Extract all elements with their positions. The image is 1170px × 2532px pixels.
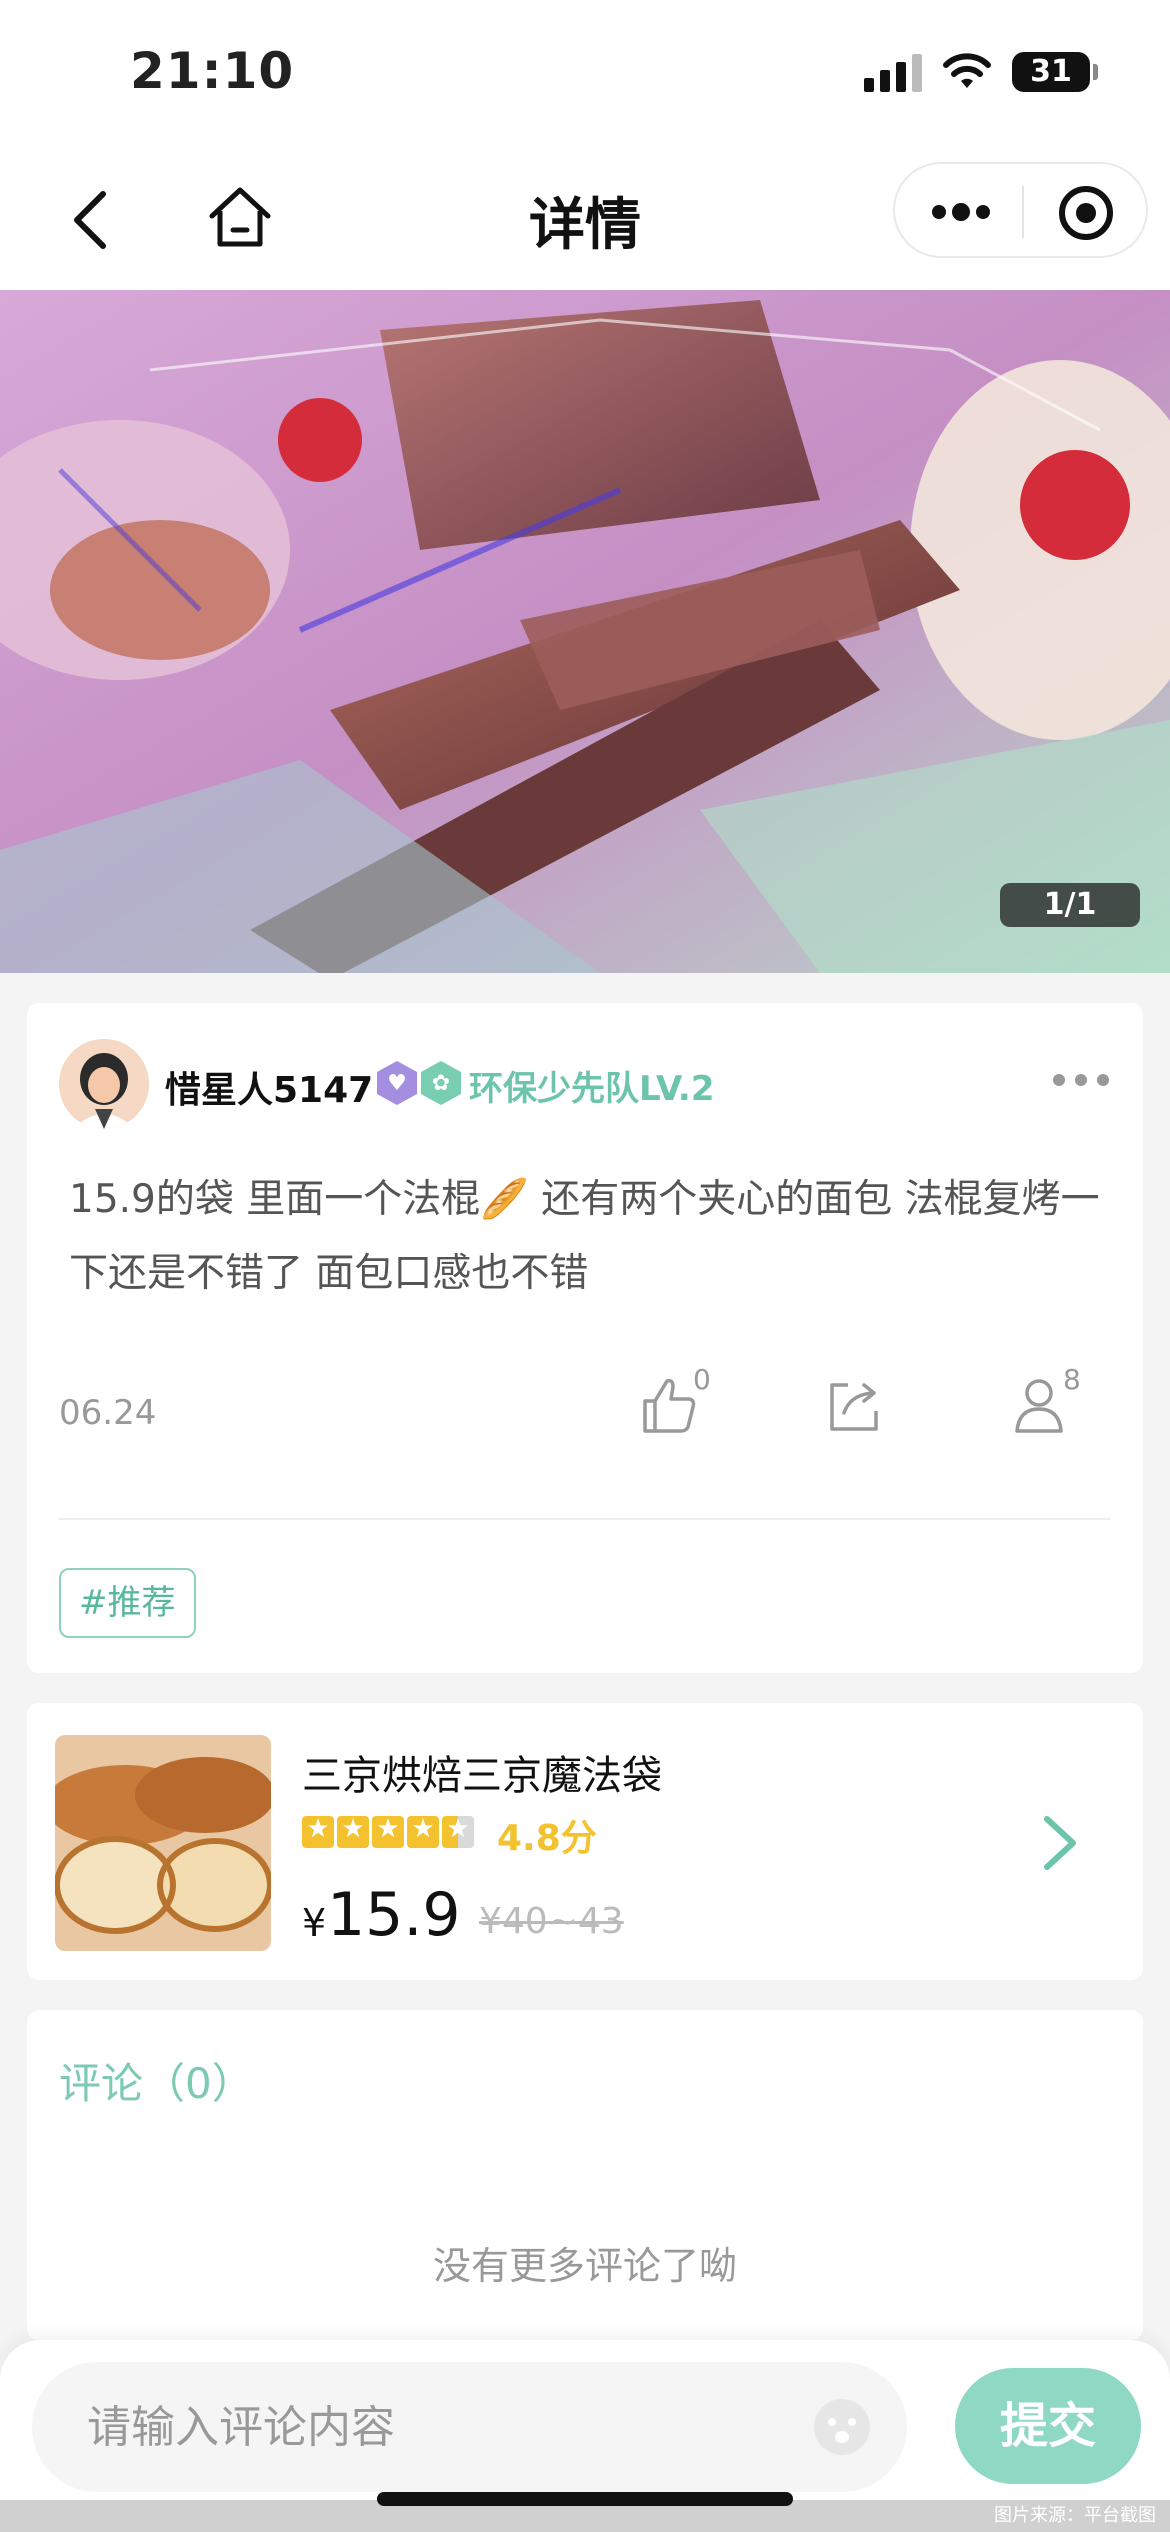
like-button[interactable]: 0: [637, 1363, 717, 1453]
half-star-icon: [442, 1814, 474, 1848]
bread-photo: [0, 290, 1170, 973]
post-card: 惜星人5147 ♥ ✿ 环保少先队LV.2 15.9的袋 里面一个法棍🥖 还有两…: [27, 1003, 1143, 1673]
star-rating: [302, 1814, 474, 1848]
price: 15.9: [327, 1880, 461, 1950]
post-content: 15.9的袋 里面一个法棍🥖 还有两个夹心的面包 法棍复烤一下还是不错了 面包口…: [69, 1177, 1100, 1296]
star-icon: [372, 1814, 404, 1848]
avatar[interactable]: [59, 1039, 149, 1129]
leaf-badge-icon: ✿: [421, 1061, 461, 1105]
battery-icon: 31: [1012, 52, 1098, 92]
original-price: ¥40~43: [479, 1901, 624, 1942]
product-card[interactable]: 三京烘焙三京魔法袋 4.8分 ¥ 15.9 ¥40~43: [27, 1703, 1143, 1980]
more-options-icon[interactable]: [1051, 1065, 1111, 1095]
chevron-right-icon[interactable]: [1037, 1813, 1083, 1873]
thumbs-up-icon: [643, 1378, 696, 1433]
wifi-icon: [943, 53, 991, 88]
product-name: 三京烘焙三京魔法袋: [302, 1753, 662, 1799]
image-counter: 1/1: [1000, 883, 1140, 927]
viewer-count: 8: [1063, 1363, 1081, 1396]
close-mini-program-icon[interactable]: [1057, 184, 1115, 242]
post-date: 06.24: [59, 1393, 157, 1433]
viewers-button[interactable]: 8: [1007, 1363, 1087, 1453]
product-thumbnail: [55, 1735, 271, 1951]
star-icon: [302, 1814, 334, 1848]
comments-section: 评论（0） 没有更多评论了呦: [27, 2010, 1143, 2340]
star-icon: [337, 1814, 369, 1848]
home-indicator[interactable]: [377, 2492, 793, 2506]
share-icon: [830, 1383, 878, 1431]
status-bar: 21:10 31: [0, 0, 1170, 150]
capsule-divider: [1022, 186, 1024, 238]
emoji-icon[interactable]: [810, 2395, 874, 2459]
user-icon: [1015, 1379, 1063, 1433]
rating-score: 4.8分: [497, 1818, 597, 1859]
status-time: 21:10: [130, 42, 295, 100]
signal-icon: [864, 52, 922, 92]
nav-bar: 详情: [0, 150, 1170, 290]
comments-title: 评论（0）: [59, 2059, 254, 2108]
status-icons: 31: [864, 52, 1098, 92]
more-icon[interactable]: [931, 194, 991, 230]
battery-level: 31: [1030, 54, 1072, 89]
star-icon: [407, 1814, 439, 1848]
like-count: 0: [693, 1363, 711, 1396]
comment-input[interactable]: [32, 2362, 907, 2492]
badge-icons: ♥ ✿: [377, 1061, 461, 1105]
no-more-comments: 没有更多评论了呦: [432, 2244, 737, 2288]
submit-button[interactable]: 提交: [955, 2368, 1141, 2484]
share-button[interactable]: [822, 1373, 902, 1453]
topic-tag[interactable]: #推荐: [59, 1568, 196, 1638]
mini-program-capsule: [893, 162, 1148, 258]
heart-badge-icon: ♥: [377, 1061, 417, 1105]
badge-label: 环保少先队LV.2: [469, 1069, 715, 1109]
username[interactable]: 惜星人5147: [165, 1061, 373, 1113]
price-currency: ¥: [302, 1901, 327, 1945]
divider: [59, 1518, 1111, 1520]
post-image[interactable]: 1/1: [0, 290, 1170, 973]
